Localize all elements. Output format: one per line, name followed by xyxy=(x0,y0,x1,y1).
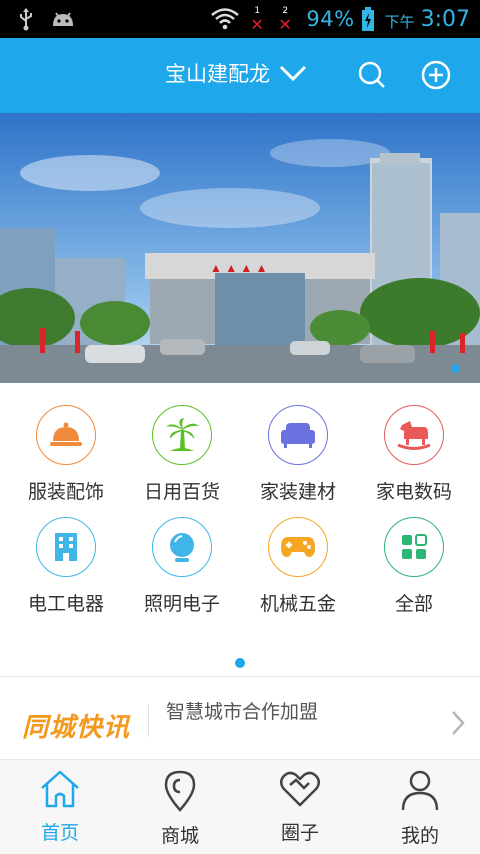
sofa-icon xyxy=(281,423,315,448)
sim2-signal: 2 ✕ xyxy=(274,4,296,34)
category-item[interactable]: 电工电器 xyxy=(6,517,126,616)
palm-tree-icon xyxy=(166,418,199,451)
category-label: 服装配饰 xyxy=(27,481,104,503)
tab-label: 商城 xyxy=(160,825,199,847)
user-icon xyxy=(401,770,439,811)
home-icon xyxy=(41,770,79,808)
battery-charging-icon xyxy=(361,7,374,31)
news-headline[interactable]: 智慧城市合作加盟 xyxy=(166,697,318,724)
news-ticker[interactable]: 同城快讯 智慧城市合作加盟 xyxy=(0,676,480,760)
globe-lamp-icon xyxy=(170,533,194,562)
category-label: 家装建材 xyxy=(259,481,336,503)
category-page-indicator xyxy=(0,658,480,668)
map-pin-icon xyxy=(164,770,196,812)
add-icon[interactable] xyxy=(420,59,452,91)
grid-icon xyxy=(402,534,427,559)
category-item[interactable]: 日用百货 xyxy=(122,405,242,504)
tab-circle[interactable]: 圈子 xyxy=(240,760,360,854)
tab-label: 我的 xyxy=(400,825,439,847)
category-icon-circle xyxy=(152,405,212,465)
category-icon-circle xyxy=(36,517,96,577)
status-bar: 1 ✕ 2 ✕ 94% 下午 3:07 xyxy=(0,0,480,38)
tab-home[interactable]: 首页 xyxy=(0,760,120,854)
svg-text:▲ ▲ ▲ ▲: ▲ ▲ ▲ ▲ xyxy=(210,261,268,275)
gamepad-icon xyxy=(281,537,315,557)
search-icon[interactable] xyxy=(356,59,388,91)
category-icon-circle xyxy=(268,405,328,465)
category-icon-circle xyxy=(384,405,444,465)
category-icon-circle xyxy=(36,405,96,465)
chevron-down-icon xyxy=(279,65,307,82)
category-item[interactable]: 全部 xyxy=(354,517,474,616)
banner-carousel[interactable]: ▲ ▲ ▲ ▲ xyxy=(0,113,480,383)
category-item[interactable]: 照明电子 xyxy=(122,517,242,616)
tab-label: 首页 xyxy=(40,822,79,844)
category-icon-circle xyxy=(152,517,212,577)
building-icon xyxy=(55,533,77,561)
wifi-icon xyxy=(211,8,240,30)
category-item[interactable]: 服装配饰 xyxy=(6,405,126,504)
divider xyxy=(148,705,149,737)
category-icon-circle xyxy=(384,517,444,577)
chevron-right-icon[interactable] xyxy=(450,709,466,737)
category-item[interactable]: 机械五金 xyxy=(238,517,358,616)
banner-dot-active xyxy=(451,364,460,373)
time-ampm: 下午 xyxy=(384,12,415,31)
no-signal-icon: ✕ xyxy=(278,15,292,34)
battery-percent: 94% xyxy=(306,7,355,31)
heart-icon xyxy=(280,771,320,807)
category-label: 电工电器 xyxy=(27,593,104,615)
no-signal-icon: ✕ xyxy=(250,15,264,34)
category-item[interactable]: 家电数码 xyxy=(354,405,474,504)
usb-icon xyxy=(20,8,32,31)
app-header: 宝山建配龙 xyxy=(0,38,480,113)
sim1-signal: 1 ✕ xyxy=(246,4,268,34)
category-item[interactable]: 家装建材 xyxy=(238,405,358,504)
news-logo: 同城快讯 xyxy=(22,713,131,743)
banner-indicator xyxy=(451,364,460,373)
city-selector[interactable]: 宝山建配龙 xyxy=(165,58,308,88)
page-title: 宝山建配龙 xyxy=(165,62,270,86)
bottom-tab-bar: 首页 商城 圈子 我的 xyxy=(0,760,480,854)
android-icon xyxy=(53,12,73,26)
tab-label: 圈子 xyxy=(280,822,319,844)
banner-image: ▲ ▲ ▲ ▲ xyxy=(0,113,480,383)
tab-mine[interactable]: 我的 xyxy=(360,760,480,854)
category-icon-circle xyxy=(268,517,328,577)
category-label: 日用百货 xyxy=(143,481,220,503)
category-label: 全部 xyxy=(394,593,433,615)
rocking-horse-icon xyxy=(397,421,431,450)
tab-mall[interactable]: 商城 xyxy=(120,760,240,854)
clock: 3:07 xyxy=(420,6,470,32)
category-label: 机械五金 xyxy=(259,593,336,615)
page-dot-active xyxy=(235,658,245,668)
category-label: 家电数码 xyxy=(375,481,452,503)
category-label: 照明电子 xyxy=(143,593,220,615)
cloche-icon xyxy=(50,422,82,446)
